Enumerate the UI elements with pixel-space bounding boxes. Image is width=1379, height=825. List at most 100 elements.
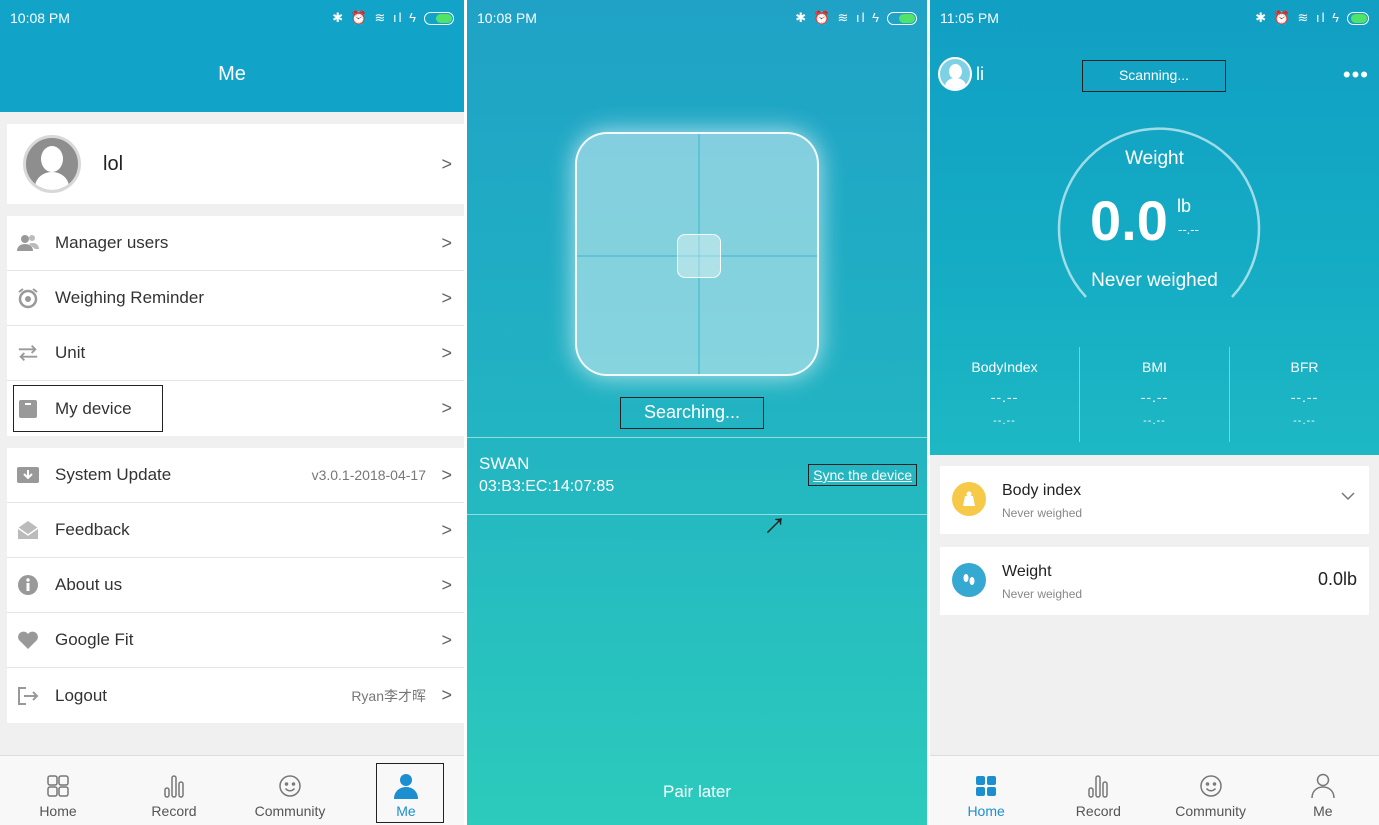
tab-record[interactable]: Record [1042, 756, 1154, 825]
profile-name: lol [103, 152, 124, 175]
menu-label: System Update [55, 465, 172, 484]
avatar [23, 135, 81, 193]
device-mac: 03:B3:EC:14:07:85 [479, 478, 615, 495]
stat-value: --.-- [1140, 389, 1169, 405]
stat-label: BodyIndex [971, 359, 1038, 375]
download-icon [17, 464, 39, 486]
tab-record[interactable]: Record [116, 756, 232, 825]
card-subtitle: Never weighed [1002, 587, 1083, 601]
highlight-box [376, 763, 444, 823]
status-bar: 10:08 PM ✱ ⏰ ≋ ıl ϟ [467, 0, 927, 36]
footprints-icon [952, 563, 986, 597]
stat-sub: --.-- [1143, 415, 1166, 427]
status-icons-text: ✱ ⏰ ≋ ıl ϟ [1255, 10, 1341, 25]
status-time: 11:05 PM [940, 10, 999, 26]
tab-home[interactable]: Home [930, 756, 1042, 825]
searching-status: Searching... [620, 397, 764, 429]
tab-label: Record [1075, 803, 1121, 819]
tab-home[interactable]: Home [0, 756, 116, 825]
card-title: Body index [1002, 482, 1082, 499]
menu-label: Manager users [55, 233, 169, 252]
weight-value: 0.0 [1090, 189, 1168, 252]
body-index-icon [952, 482, 986, 516]
chevron-right-icon: > [441, 464, 452, 485]
chevron-right-icon: > [441, 287, 452, 308]
user-avatar[interactable] [938, 57, 972, 91]
more-icon[interactable]: ••• [1343, 62, 1369, 88]
version-value: v3.0.1-2018-04-17 [311, 467, 426, 483]
users-icon [17, 232, 39, 254]
pair-later-button[interactable]: Pair later [467, 782, 927, 802]
chevron-right-icon: > [441, 232, 452, 253]
menu-item-manager-users[interactable]: Manager users > [7, 216, 464, 271]
menu-item-about-us[interactable]: About us > [7, 558, 464, 613]
home-grid-icon [47, 771, 69, 801]
tab-label: Home [967, 803, 1005, 819]
chevron-right-icon: > [441, 342, 452, 363]
tab-label: Me [1313, 803, 1333, 819]
heart-icon [17, 629, 39, 651]
menu-group-app: System Update v3.0.1-2018-04-17 > Feedba… [7, 448, 464, 723]
stats-row: BodyIndex --.-- --.-- BMI --.-- --.-- BF… [930, 347, 1379, 442]
pairing-screen: 10:08 PM ✱ ⏰ ≋ ıl ϟ Searching... SWAN 03… [467, 0, 927, 825]
chevron-right-icon: > [441, 519, 452, 540]
menu-item-system-update[interactable]: System Update v3.0.1-2018-04-17 > [7, 448, 464, 503]
stat-label: BFR [1290, 359, 1319, 375]
stat-label: BMI [1142, 359, 1167, 375]
stat-value: --.-- [990, 389, 1019, 405]
weight-status: Never weighed [1091, 270, 1218, 291]
status-time: 10:08 PM [477, 10, 537, 26]
stat-bodyindex[interactable]: BodyIndex --.-- --.-- [930, 347, 1080, 442]
status-icons: ✱ ⏰ ≋ ıl ϟ [795, 10, 917, 26]
menu-item-logout[interactable]: Logout Ryan李才晖 > [7, 668, 464, 723]
scale-center-pad [677, 234, 721, 278]
stat-bmi[interactable]: BMI --.-- --.-- [1080, 347, 1230, 442]
status-icons-text: ✱ ⏰ ≋ ıl ϟ [795, 10, 881, 25]
alarm-icon [17, 287, 39, 309]
tab-label: Community [254, 803, 326, 819]
smile-icon [278, 771, 302, 801]
weight-unit: lb [1177, 196, 1192, 216]
bar-chart-icon [163, 771, 185, 801]
smile-icon [1199, 771, 1223, 801]
menu-item-google-fit[interactable]: Google Fit > [7, 613, 464, 668]
card-subtitle: Never weighed [1002, 506, 1083, 520]
card-value: 0.0lb [1317, 569, 1357, 589]
status-time: 10:08 PM [10, 10, 70, 26]
home-screen: 11:05 PM ✱ ⏰ ≋ ıl ϟ li Scanning... ••• W… [930, 0, 1379, 825]
profile-row[interactable]: lol > [7, 124, 464, 204]
tab-label: Record [151, 803, 197, 819]
tab-label: Home [39, 803, 77, 819]
stat-sub: --.-- [993, 415, 1016, 427]
stat-bfr[interactable]: BFR --.-- --.-- [1230, 347, 1379, 442]
chevron-down-icon[interactable] [1341, 488, 1355, 506]
weight-unit-sub: --.-- [1178, 222, 1199, 237]
weight-card[interactable]: Weight Never weighed 0.0lb [940, 547, 1369, 615]
menu-item-weighing-reminder[interactable]: Weighing Reminder > [7, 271, 464, 326]
menu-item-unit[interactable]: Unit > [7, 326, 464, 381]
bottom-tab-bar: Home Record Community Me [930, 755, 1379, 825]
menu-item-feedback[interactable]: Feedback > [7, 503, 464, 558]
swap-icon [17, 342, 39, 364]
logout-icon [17, 685, 39, 707]
body-index-card[interactable]: Body index Never weighed [940, 466, 1369, 534]
card-title: Weight [1002, 563, 1052, 580]
tab-me[interactable]: Me [1267, 756, 1379, 825]
tab-community[interactable]: Community [1155, 756, 1267, 825]
chevron-right-icon: > [441, 629, 452, 650]
tab-community[interactable]: Community [232, 756, 348, 825]
highlight-box [13, 385, 163, 432]
device-row[interactable]: SWAN 03:B3:EC:14:07:85 Sync the device [467, 437, 927, 515]
person-icon [1311, 771, 1335, 801]
info-icon [17, 574, 39, 596]
account-name: Ryan李才晖 [351, 687, 426, 704]
menu-label: Logout [55, 685, 107, 705]
weight-label: Weight [1125, 148, 1184, 169]
chevron-right-icon: > [441, 685, 452, 705]
menu-label: Unit [55, 343, 86, 362]
battery-icon [1347, 11, 1369, 25]
menu-label: About us [55, 575, 123, 594]
user-name[interactable]: li [976, 64, 984, 85]
chevron-right-icon: > [441, 398, 452, 418]
sync-device-link[interactable]: Sync the device [808, 464, 917, 486]
